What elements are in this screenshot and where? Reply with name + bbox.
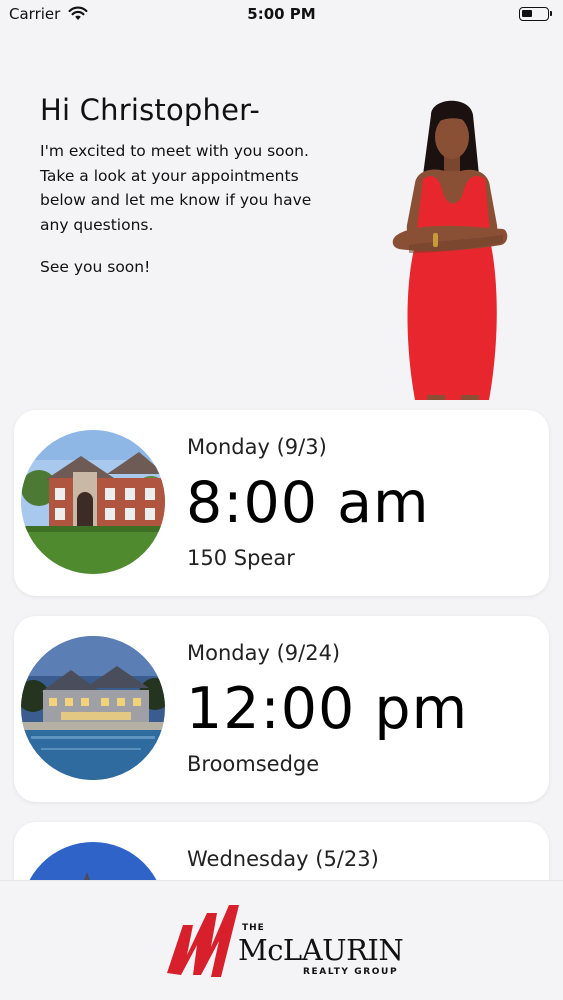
agent-photo — [375, 95, 525, 400]
appointment-time: 12:00 pm — [186, 676, 469, 742]
logo-text-subtitle: REALTY GROUP — [303, 967, 399, 977]
appointment-card[interactable]: Monday (9/24) 12:00 pm Broomsedge — [14, 616, 549, 802]
status-bar: Carrier 5:00 PM — [0, 0, 563, 30]
logo-text-name: McLAURIN — [238, 933, 404, 967]
appointment-day: Wednesday (5/23) — [187, 847, 379, 871]
screen: Carrier 5:00 PM Hi Christopher- I'm exci… — [0, 0, 563, 1000]
appointment-location: Broomsedge — [187, 752, 320, 776]
footer-logo-bar: THE McLAURIN REALTY GROUP — [0, 880, 563, 1000]
greeting-message: I'm excited to meet with you soon. Take … — [40, 142, 312, 234]
property-photo — [21, 430, 165, 574]
greeting-title: Hi Christopher- — [40, 93, 261, 127]
greeting-signoff: See you soon! — [40, 258, 151, 276]
property-photo — [21, 636, 165, 780]
battery-icon — [519, 7, 552, 21]
logo-text-the: THE — [242, 923, 265, 933]
battery-level — [522, 10, 533, 17]
appointment-day: Monday (9/24) — [187, 641, 341, 665]
appointment-location: 150 Spear — [187, 546, 295, 570]
appointment-day: Monday (9/3) — [187, 435, 327, 459]
status-time: 5:00 PM — [247, 5, 316, 23]
appointment-card[interactable]: Monday (9/3) 8:00 am 150 Spear — [14, 410, 549, 596]
mclaurin-m-logo-icon — [163, 895, 243, 989]
appointment-time: 8:00 am — [186, 470, 430, 536]
